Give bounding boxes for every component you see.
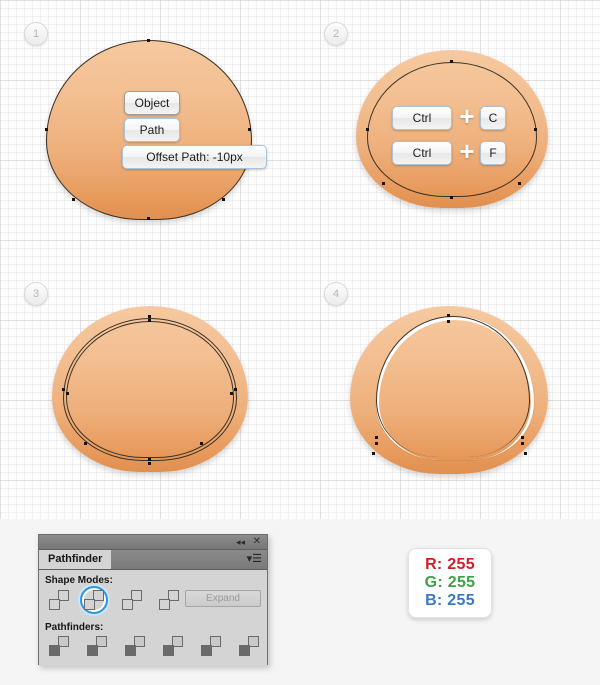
pathfinder-titlebar: ◂◂ ✕ [39, 535, 267, 550]
anchor-point [148, 462, 151, 465]
anchor-point [66, 392, 69, 395]
anchor-point [447, 314, 450, 317]
blob-shape-4 [350, 306, 548, 474]
anchor-point [248, 128, 251, 131]
rgb-blue-value: B: 255 [425, 592, 475, 609]
anchor-point [375, 436, 378, 439]
expand-button[interactable]: Expand [185, 590, 261, 607]
pathfinders-label: Pathfinders: [45, 622, 104, 633]
anchor-point [230, 392, 233, 395]
menu-button-offset-path[interactable]: Offset Path: -10px [122, 145, 267, 169]
pathfinder-body: Shape Modes: Expand Pathfinders: [39, 570, 267, 666]
collapse-icon[interactable]: ◂◂ [236, 536, 245, 548]
square-front [84, 599, 95, 610]
anchor-point [234, 388, 237, 391]
step-panel-3: 3 [0, 260, 300, 520]
key-ctrl-copy[interactable]: Ctrl [392, 106, 452, 130]
step-badge-1: 1 [24, 22, 48, 46]
anchor-point [382, 182, 385, 185]
step-panel-2: 2 Ctrl + C Ctrl + F [300, 0, 600, 260]
close-icon[interactable]: ✕ [253, 536, 261, 548]
plus-icon: + [459, 101, 475, 131]
pathfinder-outline-icon[interactable] [201, 636, 221, 656]
shape-mode-exclude-icon[interactable] [159, 590, 179, 610]
key-f[interactable]: F [480, 141, 506, 165]
step-panel-1: 1 Object Path Offset Path: -10px [0, 0, 300, 260]
anchor-point [62, 388, 65, 391]
pathfinder-crop-icon[interactable] [163, 636, 183, 656]
anchor-point [200, 442, 203, 445]
pathfinder-trim-icon[interactable] [87, 636, 107, 656]
anchor-point [524, 452, 527, 455]
anchor-point [518, 182, 521, 185]
key-c[interactable]: C [480, 106, 506, 130]
square-front [239, 645, 250, 656]
blob-shape-3 [52, 306, 248, 472]
step-badge-2: 2 [324, 22, 348, 46]
panel-menu-icon[interactable]: ▾☰ [247, 553, 262, 565]
anchor-point [521, 442, 524, 445]
plus-icon: + [459, 136, 475, 166]
blob-fill [350, 306, 548, 474]
step-panel-4: 4 [300, 260, 600, 520]
shape-modes-label: Shape Modes: [45, 575, 113, 586]
square-front [87, 645, 98, 656]
square-front [122, 599, 133, 610]
anchor-point [148, 315, 151, 318]
square-front [125, 645, 136, 656]
anchor-point [521, 436, 524, 439]
square-front [159, 599, 170, 610]
anchor-point [45, 128, 48, 131]
anchor-point [148, 458, 151, 461]
square-front [49, 645, 60, 656]
pathfinder-divide-icon[interactable] [49, 636, 69, 656]
blob-fill [52, 306, 248, 472]
pathfinder-panel: ◂◂ ✕ Pathfinder ▾☰ Shape Modes: Expand P… [38, 534, 268, 666]
key-ctrl-paste-front[interactable]: Ctrl [392, 141, 452, 165]
anchor-point [534, 128, 537, 131]
step-badge-3: 3 [24, 282, 48, 306]
pathfinder-merge-icon[interactable] [125, 636, 145, 656]
step-badge-4: 4 [324, 282, 348, 306]
shape-mode-minus-front-icon[interactable] [84, 590, 104, 610]
anchor-point [450, 196, 453, 199]
anchor-point [84, 442, 87, 445]
anchor-point [72, 198, 75, 201]
rgb-color-card: R: 255 G: 255 B: 255 [408, 548, 492, 618]
tab-pathfinder[interactable]: Pathfinder [39, 550, 112, 569]
blob-shape-2 [356, 50, 548, 208]
anchor-point [375, 442, 378, 445]
anchor-point [222, 198, 225, 201]
pathfinder-tabrow: Pathfinder ▾☰ [39, 550, 267, 570]
anchor-point [147, 217, 150, 220]
square-front [49, 599, 60, 610]
pathfinder-minus-back-icon[interactable] [239, 636, 259, 656]
anchor-point [450, 60, 453, 63]
rgb-green-value: G: 255 [424, 574, 476, 591]
menu-button-path[interactable]: Path [124, 118, 180, 142]
menu-button-object[interactable]: Object [124, 91, 180, 115]
shape-mode-unite-icon[interactable] [49, 590, 69, 610]
anchor-point [447, 320, 450, 323]
anchor-point [372, 452, 375, 455]
square-front [201, 645, 212, 656]
shape-mode-intersect-icon[interactable] [122, 590, 142, 610]
anchor-point [147, 39, 150, 42]
anchor-point [148, 319, 151, 322]
rgb-red-value: R: 255 [425, 556, 475, 573]
square-front [163, 645, 174, 656]
anchor-point [366, 128, 369, 131]
